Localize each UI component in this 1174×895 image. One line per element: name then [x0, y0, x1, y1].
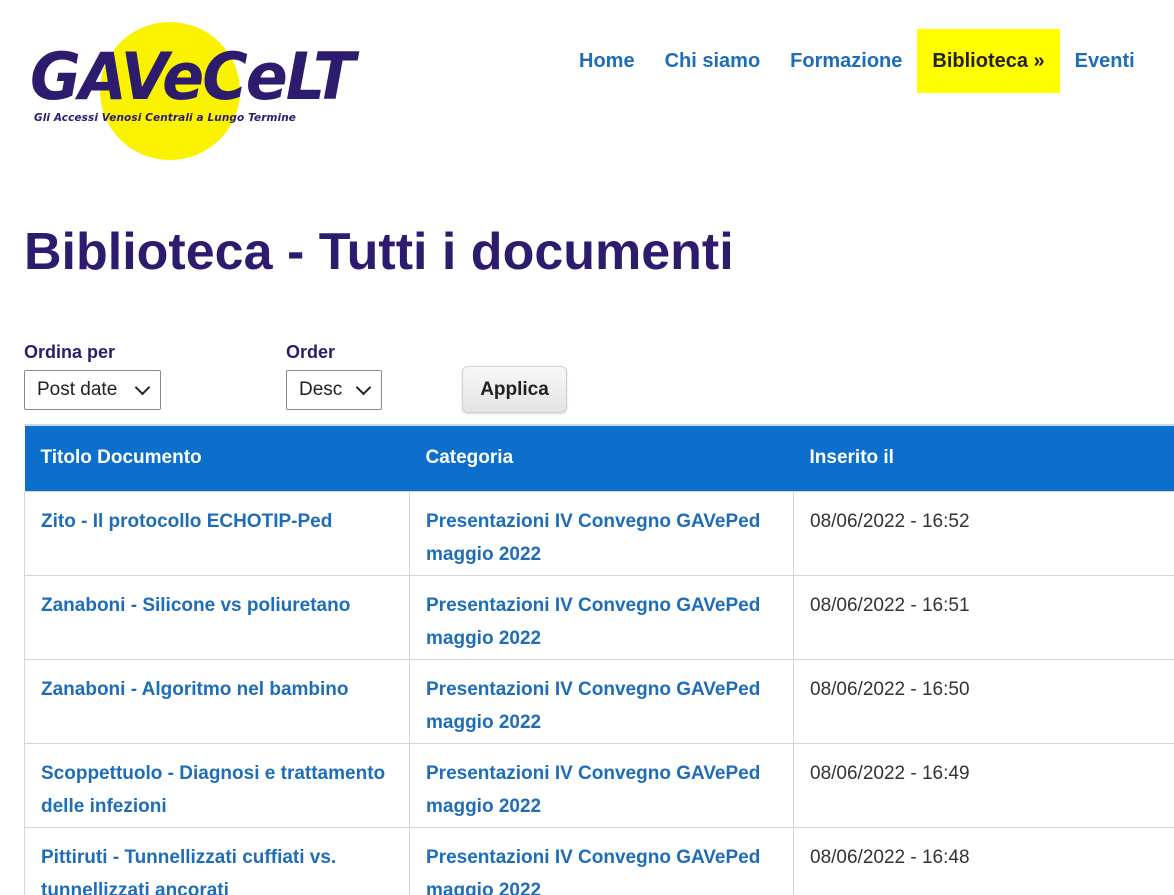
page-title: Biblioteca - Tutti i documenti: [24, 223, 734, 281]
chevron-down-icon: [134, 379, 151, 395]
header-inserito-il[interactable]: Inserito il: [793, 424, 1174, 491]
order-by-select[interactable]: Post date: [24, 370, 161, 410]
site-logo[interactable]: GAVeCeLT Gli Accessi Venosi Centrali a L…: [26, 22, 355, 162]
documents-table: Titolo Documento Categoria Inserito il Z…: [24, 424, 1174, 895]
table-header-row: Titolo Documento Categoria Inserito il: [24, 424, 1174, 491]
order-select[interactable]: Desc: [286, 370, 382, 410]
nav-item-formazione[interactable]: Formazione: [775, 29, 917, 93]
table-row: Zanaboni - Algoritmo nel bambino Present…: [24, 658, 1174, 744]
category-link[interactable]: Presentazioni IV Convegno GAVePed maggio…: [426, 847, 760, 895]
category-cell: Presentazioni IV Convegno GAVePed maggio…: [409, 658, 794, 744]
doc-title-link[interactable]: Zito - Il protocollo ECHOTIP-Ped: [41, 511, 332, 532]
apply-button[interactable]: Applica: [462, 366, 567, 413]
date-cell: 08/06/2022 - 16:50: [793, 658, 1174, 744]
order-value: Desc: [299, 379, 343, 400]
order-by-filter: Ordina per Post date: [24, 342, 161, 410]
category-cell: Presentazioni IV Convegno GAVePed maggio…: [409, 490, 794, 576]
chevron-down-icon: [355, 379, 372, 395]
date-cell: 08/06/2022 - 16:48: [793, 826, 1174, 895]
logo-text: GAVeCeLT: [30, 38, 355, 115]
nav-item-eventi[interactable]: Eventi: [1060, 29, 1150, 93]
nav-item-biblioteca[interactable]: Biblioteca »: [917, 29, 1060, 93]
category-cell: Presentazioni IV Convegno GAVePed maggio…: [409, 574, 794, 660]
doc-title-link[interactable]: Zanaboni - Silicone vs poliuretano: [41, 595, 350, 616]
category-link[interactable]: Presentazioni IV Convegno GAVePed maggio…: [426, 511, 760, 565]
doc-title-link[interactable]: Pittiruti - Tunnellizzati cuffiati vs. t…: [41, 847, 336, 895]
header-titolo-documento[interactable]: Titolo Documento: [24, 424, 410, 491]
doc-title-link[interactable]: Scoppettuolo - Diagnosi e trattamento de…: [41, 763, 385, 817]
doc-title-cell: Zanaboni - Silicone vs poliuretano: [24, 574, 410, 660]
category-cell: Presentazioni IV Convegno GAVePed maggio…: [409, 742, 794, 828]
doc-title-cell: Zito - Il protocollo ECHOTIP-Ped: [24, 490, 410, 576]
doc-title-cell: Pittiruti - Tunnellizzati cuffiati vs. t…: [24, 826, 410, 895]
main-nav: Home Chi siamo Formazione Biblioteca » E…: [564, 29, 1150, 93]
nav-item-chi-siamo[interactable]: Chi siamo: [650, 29, 776, 93]
order-filter: Order Desc: [286, 342, 382, 410]
order-label: Order: [286, 342, 336, 362]
date-cell: 08/06/2022 - 16:51: [793, 574, 1174, 660]
header-categoria[interactable]: Categoria: [409, 424, 794, 491]
table-row: Pittiruti - Tunnellizzati cuffiati vs. t…: [24, 826, 1174, 895]
category-link[interactable]: Presentazioni IV Convegno GAVePed maggio…: [426, 763, 760, 817]
doc-title-cell: Zanaboni - Algoritmo nel bambino: [24, 658, 410, 744]
table-row: Zito - Il protocollo ECHOTIP-Ped Present…: [24, 490, 1174, 576]
category-link[interactable]: Presentazioni IV Convegno GAVePed maggio…: [426, 595, 760, 649]
date-cell: 08/06/2022 - 16:52: [793, 490, 1174, 576]
category-cell: Presentazioni IV Convegno GAVePed maggio…: [409, 826, 794, 895]
date-cell: 08/06/2022 - 16:49: [793, 742, 1174, 828]
nav-item-home[interactable]: Home: [564, 29, 650, 93]
order-by-value: Post date: [37, 379, 118, 400]
category-link[interactable]: Presentazioni IV Convegno GAVePed maggio…: [426, 679, 760, 733]
table-row: Zanaboni - Silicone vs poliuretano Prese…: [24, 574, 1174, 660]
table-row: Scoppettuolo - Diagnosi e trattamento de…: [24, 742, 1174, 828]
doc-title-cell: Scoppettuolo - Diagnosi e trattamento de…: [24, 742, 410, 828]
logo-subtitle: Gli Accessi Venosi Centrali a Lungo Term…: [34, 112, 297, 124]
order-by-label: Ordina per: [24, 342, 116, 362]
doc-title-link[interactable]: Zanaboni - Algoritmo nel bambino: [41, 679, 349, 700]
